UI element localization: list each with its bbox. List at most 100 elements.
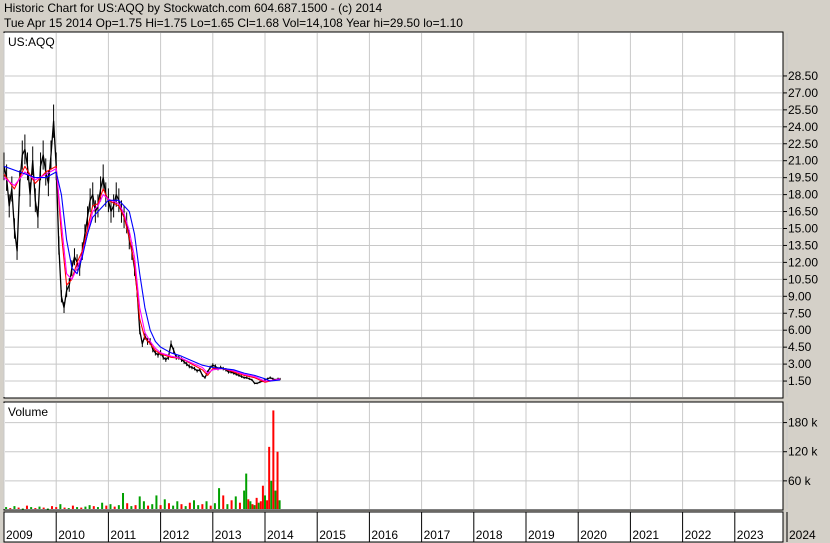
volume-bar bbox=[13, 506, 16, 509]
price-tick-label: 25.50 bbox=[788, 103, 818, 117]
volume-bar bbox=[71, 505, 74, 509]
price-panel bbox=[3, 31, 784, 399]
volume-tick-label: 120 k bbox=[788, 445, 818, 459]
volume-bar bbox=[180, 504, 183, 509]
time-tick-label: 2011 bbox=[110, 528, 136, 542]
volume-bar bbox=[167, 503, 170, 509]
volume-bar bbox=[117, 505, 120, 509]
volume-bar bbox=[176, 501, 179, 509]
volume-bar bbox=[130, 506, 133, 509]
volume-bar bbox=[270, 480, 273, 509]
time-tick-label: 2014 bbox=[267, 528, 294, 542]
volume-bar bbox=[30, 507, 33, 509]
chart-canvas: 1.50 3.00 4.50 6.00 7.50 9.00 10.50 12.00 13.50 1… bbox=[3, 31, 818, 543]
volume-bar bbox=[38, 506, 41, 509]
volume-bar bbox=[88, 505, 91, 509]
volume-bar bbox=[201, 504, 204, 509]
price-tick-label: 15.00 bbox=[788, 222, 818, 236]
volume-bar bbox=[9, 508, 12, 510]
volume-bar bbox=[80, 507, 83, 509]
price-axis: 1.50 3.00 4.50 6.00 7.50 9.00 10.50 12.00 13.50 1… bbox=[783, 69, 818, 388]
price-tick-label: 16.50 bbox=[788, 205, 818, 219]
volume-bar bbox=[17, 507, 20, 509]
time-tick-label: 2013 bbox=[215, 528, 242, 542]
volume-bar bbox=[5, 507, 8, 509]
price-tick-label: 27.00 bbox=[788, 86, 818, 100]
volume-bar bbox=[193, 500, 196, 509]
volume-bar bbox=[155, 495, 158, 509]
volume-bar bbox=[188, 502, 191, 509]
volume-bar bbox=[234, 496, 237, 509]
time-tick-label: 2024 bbox=[789, 528, 816, 542]
price-tick-label: 21.00 bbox=[788, 154, 818, 168]
volume-bar bbox=[42, 507, 45, 509]
price-tick-label: 18.00 bbox=[788, 188, 818, 202]
volume-bar bbox=[238, 502, 241, 509]
volume-bar bbox=[249, 501, 252, 509]
volume-bar bbox=[105, 505, 108, 509]
volume-bar bbox=[126, 503, 129, 509]
price-tick-label: 22.50 bbox=[788, 137, 818, 151]
volume-bar bbox=[230, 500, 233, 509]
time-tick-label: 2020 bbox=[580, 528, 607, 542]
price-tick-label: 3.00 bbox=[788, 357, 812, 371]
volume-bar bbox=[142, 501, 145, 509]
time-tick-label: 2010 bbox=[58, 528, 85, 542]
volume-bar bbox=[222, 495, 225, 509]
price-tick-label: 4.50 bbox=[788, 340, 812, 354]
volume-bar bbox=[276, 451, 279, 509]
volume-bar bbox=[122, 493, 125, 509]
volume-bar bbox=[84, 506, 87, 509]
time-tick-label: 2012 bbox=[163, 528, 190, 542]
volume-bar bbox=[213, 503, 216, 509]
price-tick-label: 13.50 bbox=[788, 238, 818, 252]
volume-bar bbox=[243, 490, 246, 509]
volume-bar bbox=[92, 506, 95, 509]
volume-bar bbox=[184, 506, 187, 509]
time-tick-label: 2009 bbox=[6, 528, 33, 542]
volume-bar bbox=[245, 473, 248, 509]
volume-bar bbox=[261, 485, 264, 509]
time-tick-label: 2023 bbox=[737, 528, 764, 542]
volume-bar bbox=[266, 500, 269, 509]
volume-bar bbox=[46, 508, 49, 510]
volume-bar bbox=[257, 502, 260, 509]
volume-bar bbox=[67, 508, 70, 510]
volume-bar bbox=[96, 507, 99, 509]
volume-bar bbox=[197, 505, 200, 509]
time-tick-label: 2022 bbox=[685, 528, 712, 542]
time-tick-label: 2021 bbox=[632, 528, 659, 542]
volume-bar bbox=[209, 505, 212, 509]
volume-bar bbox=[113, 506, 116, 509]
price-tick-label: 7.50 bbox=[788, 306, 812, 320]
volume-bar bbox=[147, 505, 150, 509]
volume-bar bbox=[25, 505, 28, 509]
volume-panel bbox=[3, 401, 784, 511]
volume-bar bbox=[247, 499, 250, 509]
time-tick-label: 2018 bbox=[476, 528, 503, 542]
time-tick-label: 2019 bbox=[528, 528, 555, 542]
volume-tick-label: 180 k bbox=[788, 416, 818, 430]
volume-bar bbox=[253, 505, 256, 509]
volume-tick-label: 60 k bbox=[788, 474, 812, 488]
volume-bar bbox=[268, 446, 271, 509]
price-tick-label: 19.50 bbox=[788, 171, 818, 185]
volume-bar bbox=[109, 504, 112, 509]
volume-bar bbox=[274, 490, 277, 509]
volume-bar bbox=[34, 508, 37, 510]
volume-bar bbox=[76, 507, 79, 509]
volume-panel-title: Volume bbox=[8, 405, 48, 419]
price-tick-label: 9.00 bbox=[788, 289, 812, 303]
volume-bar bbox=[21, 508, 24, 510]
volume-bar bbox=[159, 505, 162, 509]
volume-bar bbox=[138, 496, 141, 509]
volume-axis: 60 k 120 k 180 k bbox=[783, 416, 818, 488]
price-tick-label: 10.50 bbox=[788, 272, 818, 286]
volume-bar bbox=[251, 504, 254, 509]
volume-bar bbox=[172, 505, 175, 509]
volume-bar bbox=[218, 488, 221, 509]
volume-bar bbox=[151, 504, 154, 509]
price-panel-title: US:AQQ bbox=[8, 35, 55, 49]
volume-bar bbox=[163, 499, 166, 509]
time-tick-label: 2017 bbox=[424, 528, 451, 542]
